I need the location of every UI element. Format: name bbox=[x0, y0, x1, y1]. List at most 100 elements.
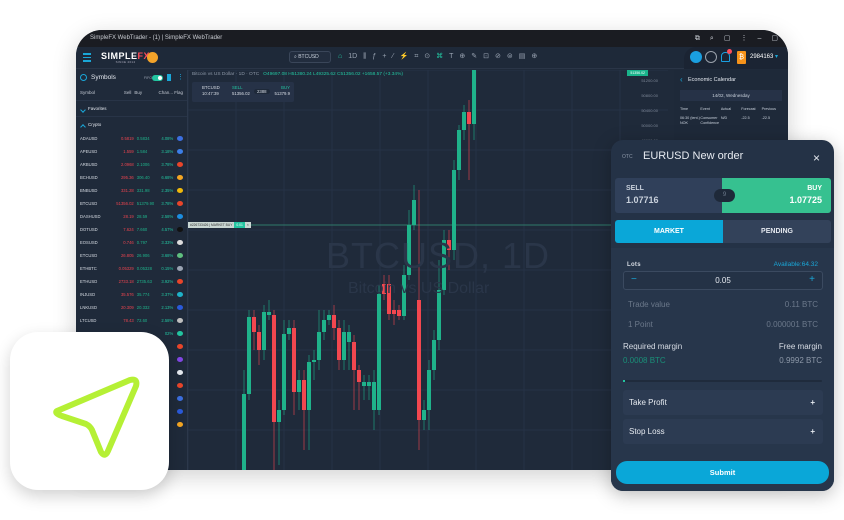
increase-lots-button[interactable]: + bbox=[809, 274, 815, 285]
alert-icon[interactable]: ⌂ bbox=[338, 51, 342, 63]
symbol-row[interactable]: ARBUSD 2.0968 2.1006 3.78% bbox=[76, 158, 187, 171]
symbol-change: 4.08% bbox=[161, 136, 174, 141]
symbol-name: ETCUSD bbox=[80, 253, 98, 258]
candle-body bbox=[317, 332, 321, 360]
minimize-button[interactable]: – bbox=[757, 30, 761, 47]
puzzle-icon[interactable]: ▢ bbox=[724, 30, 731, 47]
fib-icon[interactable]: ⚡ bbox=[400, 51, 409, 63]
calendar-date: 14/02, Wednesday bbox=[680, 90, 782, 101]
indicators-icon[interactable]: ƒ bbox=[372, 51, 376, 63]
submit-button[interactable]: Submit bbox=[616, 461, 829, 484]
text-icon[interactable]: T bbox=[449, 51, 453, 63]
symbol-row[interactable]: ETHUSD 2733.18 2735.63 3.92% bbox=[76, 275, 187, 288]
chart-toolbar: ⌂ 1D ⫼ ƒ + ⁄ ⚡ ⌗ ⊙ ⌘ T ⊕ ✎ ⊡ ⊘ ⊜ ▤ ⊕ bbox=[338, 51, 537, 63]
symbol-row[interactable]: DOTUSD 7.624 7.660 4.57% bbox=[76, 223, 187, 236]
candle-body bbox=[332, 315, 336, 328]
support-icon[interactable] bbox=[705, 51, 717, 63]
trade-value-row: Trade value 0.11 BTC bbox=[628, 300, 818, 309]
tab-pending[interactable]: PENDING bbox=[723, 220, 831, 243]
candle-body bbox=[347, 332, 351, 342]
symbol-row[interactable]: BNBUSD 331.28 331.98 2.35% bbox=[76, 184, 187, 197]
app-icon bbox=[10, 332, 169, 490]
calendar-header: Time Event Actual Forecast Previous bbox=[674, 101, 788, 111]
lots-label: Lots bbox=[627, 262, 641, 268]
symbol-row[interactable]: EOSUSD 0.746 0.797 3.33% bbox=[76, 236, 187, 249]
symbol-sell: 28.19 bbox=[123, 214, 134, 219]
maximize-button[interactable]: ▢ bbox=[771, 30, 778, 47]
extensions-icon[interactable]: ⧉ bbox=[695, 30, 700, 47]
coin-icon bbox=[177, 253, 183, 258]
stop-loss-toggle[interactable]: Stop Loss + bbox=[623, 419, 823, 444]
symbol-row[interactable]: BCHUSD 295.36 306.40 6.68% bbox=[76, 171, 187, 184]
lots-stepper[interactable]: − 0.05 + bbox=[623, 271, 823, 290]
timeframe-button[interactable]: 1D bbox=[348, 51, 357, 63]
col-symbol[interactable]: Symbol bbox=[80, 86, 116, 100]
hamburger-menu-icon[interactable] bbox=[83, 53, 91, 62]
symbol-row[interactable]: ETHBTC 0.05329 0.05328 0.15% bbox=[76, 262, 187, 275]
coin-icon bbox=[177, 318, 183, 323]
buy-button[interactable]: BUY 1.07725 bbox=[722, 178, 831, 213]
col-sell[interactable]: Sell bbox=[116, 86, 132, 100]
promo-badge-icon[interactable] bbox=[147, 52, 158, 63]
more-icon[interactable]: ⋮ bbox=[177, 70, 184, 86]
search-icon[interactable] bbox=[80, 74, 87, 81]
quick-buy-button[interactable]: BUY 51379.9 bbox=[274, 85, 290, 97]
symbol-row[interactable]: LTCUSD 78.43 72.60 2.58% bbox=[76, 314, 187, 327]
tab-market[interactable]: MARKET bbox=[615, 220, 723, 243]
bookmark-icon[interactable] bbox=[167, 74, 171, 81]
candle-type-icon[interactable]: ⫼ bbox=[363, 51, 366, 63]
menu-icon[interactable]: ⋮ bbox=[740, 30, 747, 47]
balance-dropdown[interactable]: 2984163 ▾ bbox=[750, 52, 778, 63]
add-icon[interactable]: ⊕ bbox=[531, 51, 537, 63]
col-buy[interactable]: Buy bbox=[131, 86, 150, 100]
candle-body bbox=[282, 334, 286, 410]
symbol-change: 3.78% bbox=[161, 162, 174, 167]
group-crypto[interactable]: Crypto bbox=[76, 116, 187, 132]
sell-button[interactable]: SELL 1.07716 bbox=[615, 178, 722, 213]
symbol-row[interactable]: BTCUSD 51356.02 51379.90 3.78% bbox=[76, 197, 187, 210]
candle-body bbox=[352, 342, 356, 370]
quick-sell-price: 51356.02 bbox=[232, 91, 250, 96]
symbol-row[interactable]: APEUSD 1.559 1.584 3.18% bbox=[76, 145, 187, 158]
symbol-row[interactable]: INJUSD 35.576 35.774 3.37% bbox=[76, 288, 187, 301]
lots-input[interactable]: 0.05 bbox=[624, 276, 822, 285]
chart-area[interactable]: BTCUSD, 1D Bitcoin vs US Dollar Bitcoin … bbox=[188, 70, 668, 470]
symbol-buy: 2735.63 bbox=[136, 279, 152, 284]
zoom-in-icon[interactable]: ⊕ bbox=[459, 51, 465, 63]
close-icon[interactable]: × bbox=[813, 151, 820, 165]
coin-icon bbox=[177, 305, 183, 310]
pin-icon[interactable]: ⊙ bbox=[424, 51, 430, 63]
crop-icon[interactable]: ⌗ bbox=[414, 51, 418, 63]
symbol-name: ARBUSD bbox=[80, 162, 98, 167]
ruler-icon[interactable]: ✎ bbox=[471, 51, 477, 63]
calendar-event-row[interactable]: 06:30 (tent.) NOK Consumer Confidence N/D… bbox=[674, 111, 788, 126]
group-favorites[interactable]: Favorites bbox=[76, 100, 187, 116]
symbol-row[interactable]: ADAUSD 0.5819 0.5834 4.08% bbox=[76, 132, 187, 145]
position-tag[interactable]: #226733426 | MARKET BUY 0.01 × bbox=[188, 222, 251, 228]
layers-icon[interactable]: ⊜ bbox=[507, 51, 513, 63]
crosshair-icon[interactable]: + bbox=[382, 51, 386, 63]
take-profit-toggle[interactable]: Take Profit + bbox=[623, 390, 823, 415]
hide-icon[interactable]: ⊘ bbox=[495, 51, 501, 63]
close-position-icon[interactable]: × bbox=[247, 222, 249, 228]
col-change-flag[interactable]: Chan... Flag bbox=[151, 86, 183, 100]
sell-label: SELL bbox=[626, 185, 644, 192]
quick-sell-button[interactable]: SELL 51356.02 bbox=[232, 85, 250, 97]
symbol-search-button[interactable]: ⌕ BTCUSD bbox=[289, 51, 331, 63]
trash-icon[interactable]: ▤ bbox=[519, 51, 526, 63]
margin-values: 0.0008 BTC 0.9992 BTC bbox=[623, 356, 822, 365]
buy-label: BUY bbox=[807, 185, 822, 192]
logo[interactable]: SIMPLEFX SINCE 2014 bbox=[101, 51, 150, 64]
search-icon[interactable]: ⌕ bbox=[710, 30, 714, 47]
symbol-row[interactable]: LNKUSD 20.309 20.332 2.13% bbox=[76, 301, 187, 314]
calendar-title[interactable]: Economic Calendar bbox=[674, 70, 788, 84]
coin-icon bbox=[177, 396, 183, 401]
avatar[interactable] bbox=[690, 51, 702, 63]
symbol-row[interactable]: DASHUSD 28.19 28.59 2.58% bbox=[76, 210, 187, 223]
lock-icon[interactable]: ⊡ bbox=[483, 51, 489, 63]
balance-value: 2984163 bbox=[750, 54, 774, 60]
symbol-row[interactable]: ETCUSD 26.805 26.906 3.68% bbox=[76, 249, 187, 262]
fifo-toggle[interactable] bbox=[152, 75, 163, 81]
pattern-icon[interactable]: ⌘ bbox=[436, 51, 443, 63]
trendline-icon[interactable]: ⁄ bbox=[392, 51, 393, 63]
